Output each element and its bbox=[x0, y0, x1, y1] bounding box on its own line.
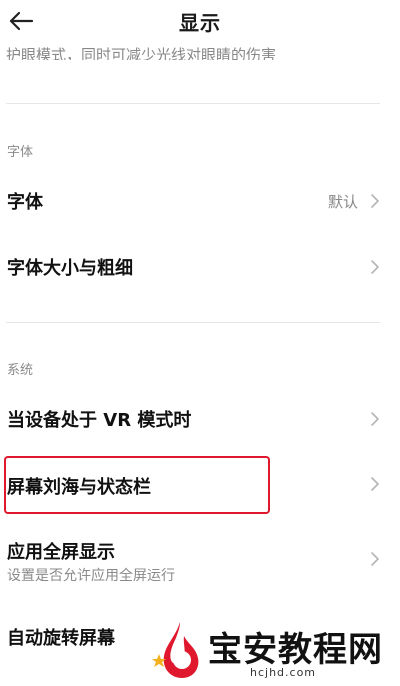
partial-description-text: 护眼模式，同时可减少光线对眼睛的伤害 bbox=[6, 46, 277, 60]
row-label: 当设备处于 VR 模式时 bbox=[7, 410, 192, 431]
logo-icon bbox=[152, 622, 199, 678]
watermark-text: 宝安教程网 bbox=[208, 630, 383, 670]
row-value: 默认 bbox=[327, 193, 358, 211]
settings-row-font-size[interactable]: 字体大小与粗细 bbox=[0, 238, 400, 296]
chevron-right-icon bbox=[371, 260, 379, 274]
row-label: 字体 bbox=[7, 192, 43, 213]
chevron-right-icon bbox=[371, 412, 379, 426]
row-subtitle: 设置是否允许应用全屏运行 bbox=[7, 568, 175, 584]
chevron-right-icon bbox=[371, 194, 379, 208]
divider bbox=[6, 103, 380, 104]
row-label: 字体大小与粗细 bbox=[7, 258, 133, 279]
row-label: 自动旋转屏幕 bbox=[7, 628, 115, 649]
page-title: 显示 bbox=[179, 11, 221, 35]
chevron-right-icon bbox=[371, 477, 379, 491]
row-label: 应用全屏显示 bbox=[7, 542, 115, 563]
row-label: 屏幕刘海与状态栏 bbox=[7, 477, 151, 498]
settings-row-vr-mode[interactable]: 当设备处于 VR 模式时 bbox=[0, 390, 400, 448]
section-label-system: 系统 bbox=[7, 363, 34, 378]
chevron-right-icon bbox=[371, 552, 379, 566]
site-watermark: 宝安教程网 hcjhd.com bbox=[150, 618, 400, 686]
app-header: 显示 bbox=[0, 0, 400, 42]
settings-row-fullscreen-apps[interactable]: 应用全屏显示 设置是否允许应用全屏运行 bbox=[0, 528, 400, 590]
settings-row-font[interactable]: 字体 默认 bbox=[0, 172, 400, 230]
section-label-font: 字体 bbox=[7, 145, 34, 160]
watermark-url: hcjhd.com bbox=[250, 666, 317, 679]
settings-row-notch-status-bar[interactable]: 屏幕刘海与状态栏 bbox=[0, 456, 400, 514]
divider bbox=[6, 322, 380, 323]
